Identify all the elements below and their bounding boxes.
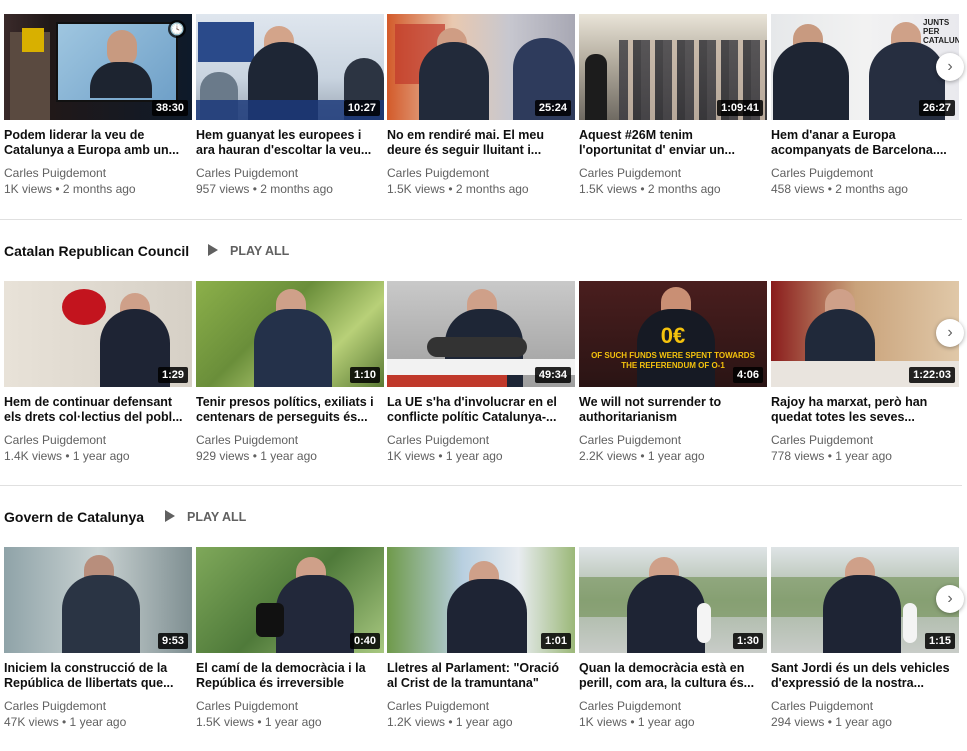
channel-name[interactable]: Carles Puigdemont xyxy=(771,699,873,713)
channel-name[interactable]: Carles Puigdemont xyxy=(579,699,681,713)
channel-name[interactable]: Carles Puigdemont xyxy=(387,433,489,447)
video-thumbnail[interactable]: 1:22:03 xyxy=(771,281,959,387)
channel-name[interactable]: Carles Puigdemont xyxy=(4,166,106,180)
shelf-title[interactable]: Govern de Catalunya xyxy=(4,509,144,525)
play-icon xyxy=(165,510,175,522)
video-title[interactable]: Tenir presos polítics, exiliats i centen… xyxy=(196,395,380,425)
video-thumbnail[interactable]: 🕓 38:30 xyxy=(4,14,192,120)
shelf-divider xyxy=(0,219,962,220)
video-thumbnail[interactable]: 1:29 xyxy=(4,281,192,387)
video-duration: 1:29 xyxy=(157,367,188,383)
video-title[interactable]: Lletres al Parlament: "Oració al Crist d… xyxy=(387,661,571,691)
video-meta: 957 views • 2 months ago xyxy=(196,182,333,196)
video-thumbnail[interactable]: JUNTS PER CATALUNYA 26:27 xyxy=(771,14,959,120)
video-row-2: 1:29 Hem de continuar defensant els dret… xyxy=(0,281,967,481)
video-thumbnail[interactable]: 9:53 xyxy=(4,547,192,653)
video-title[interactable]: Aquest #26M tenim l'oportunitat d' envia… xyxy=(579,128,763,158)
video-meta: 929 views • 1 year ago xyxy=(196,449,317,463)
video-title[interactable]: La UE s'ha d'involucrar en el conflicte … xyxy=(387,395,571,425)
video-thumbnail[interactable]: 0€ OF SUCH FUNDS WERE SPENT TOWARDS THE … xyxy=(579,281,767,387)
video-title[interactable]: El camí de la democràcia i la República … xyxy=(196,661,380,691)
zero-euro-caption: 0€ xyxy=(660,323,686,348)
shelf-divider xyxy=(0,485,962,486)
channel-name[interactable]: Carles Puigdemont xyxy=(387,166,489,180)
party-logo: JUNTS PER CATALUNYA xyxy=(923,18,959,45)
video-meta: 294 views • 1 year ago xyxy=(771,715,892,729)
video-meta: 1K views • 2 months ago xyxy=(4,182,136,196)
video-meta: 1.5K views • 1 year ago xyxy=(196,715,322,729)
watch-later-icon[interactable]: 🕓 xyxy=(168,20,186,38)
video-row-3: 9:53 Iniciem la construcció de la Repúbl… xyxy=(0,547,967,747)
video-meta: 778 views • 1 year ago xyxy=(771,449,892,463)
video-duration: 1:15 xyxy=(924,633,955,649)
play-all-button[interactable]: PLAY ALL xyxy=(208,244,289,258)
video-thumbnail[interactable]: 1:10 xyxy=(196,281,384,387)
channel-name[interactable]: Carles Puigdemont xyxy=(771,433,873,447)
video-meta: 47K views • 1 year ago xyxy=(4,715,127,729)
video-duration: 0:40 xyxy=(349,633,380,649)
shelf-title[interactable]: Catalan Republican Council xyxy=(4,243,189,259)
channel-name[interactable]: Carles Puigdemont xyxy=(579,433,681,447)
channel-name[interactable]: Carles Puigdemont xyxy=(771,166,873,180)
video-duration: 25:24 xyxy=(534,100,571,116)
video-title[interactable]: Rajoy ha marxat, però han quedat totes l… xyxy=(771,395,955,425)
video-meta: 1.5K views • 2 months ago xyxy=(387,182,529,196)
video-meta: 1.5K views • 2 months ago xyxy=(579,182,721,196)
video-duration: 38:30 xyxy=(151,100,188,116)
channel-name[interactable]: Carles Puigdemont xyxy=(579,166,681,180)
video-duration: 1:10 xyxy=(349,367,380,383)
video-duration: 1:30 xyxy=(732,633,763,649)
video-duration: 1:22:03 xyxy=(909,367,955,383)
video-thumbnail[interactable]: 0:40 xyxy=(196,547,384,653)
video-thumbnail[interactable]: 1:01 xyxy=(387,547,575,653)
video-duration: 4:06 xyxy=(732,367,763,383)
video-thumbnail[interactable]: 1:15 xyxy=(771,547,959,653)
video-thumbnail[interactable]: 1:09:41 xyxy=(579,14,767,120)
channel-name[interactable]: Carles Puigdemont xyxy=(4,699,106,713)
video-duration: 49:34 xyxy=(534,367,571,383)
video-thumbnail[interactable]: 25:24 xyxy=(387,14,575,120)
video-meta: 1.2K views • 1 year ago xyxy=(387,715,513,729)
video-row-1: 🕓 38:30 Podem liderar la veu de Cataluny… xyxy=(0,14,967,214)
video-title[interactable]: No em rendiré mai. El meu deure és segui… xyxy=(387,128,571,158)
channel-name[interactable]: Carles Puigdemont xyxy=(196,433,298,447)
video-meta: 1K views • 1 year ago xyxy=(387,449,503,463)
video-title[interactable]: Hem de continuar defensant els drets col… xyxy=(4,395,188,425)
video-duration: 10:27 xyxy=(343,100,380,116)
video-duration: 1:09:41 xyxy=(717,100,763,116)
video-duration: 26:27 xyxy=(918,100,955,116)
chevron-right-icon[interactable]: › xyxy=(936,53,964,81)
video-thumbnail[interactable]: 49:34 xyxy=(387,281,575,387)
video-thumbnail[interactable]: 1:30 xyxy=(579,547,767,653)
video-title[interactable]: Podem liderar la veu de Catalunya a Euro… xyxy=(4,128,188,158)
video-thumbnail[interactable]: 10:27 xyxy=(196,14,384,120)
channel-name[interactable]: Carles Puigdemont xyxy=(196,699,298,713)
video-title[interactable]: Iniciem la construcció de la República d… xyxy=(4,661,188,691)
video-duration: 1:01 xyxy=(540,633,571,649)
play-icon xyxy=(208,244,218,256)
channel-name[interactable]: Carles Puigdemont xyxy=(4,433,106,447)
chevron-right-icon[interactable]: › xyxy=(936,319,964,347)
video-title[interactable]: Sant Jordi és un dels vehicles d'express… xyxy=(771,661,955,691)
play-all-button[interactable]: PLAY ALL xyxy=(165,510,246,524)
video-title[interactable]: We will not surrender to authoritarianis… xyxy=(579,395,763,425)
video-title[interactable]: Hem guanyat les europees i ara hauran d'… xyxy=(196,128,380,158)
chevron-right-icon[interactable]: › xyxy=(936,585,964,613)
video-meta: 1.4K views • 1 year ago xyxy=(4,449,130,463)
video-meta: 2.2K views • 1 year ago xyxy=(579,449,705,463)
video-title[interactable]: Quan la democràcia està en perill, com a… xyxy=(579,661,763,691)
video-meta: 1K views • 1 year ago xyxy=(579,715,695,729)
video-duration: 9:53 xyxy=(157,633,188,649)
video-title[interactable]: Hem d'anar a Europa acompanyats de Barce… xyxy=(771,128,955,158)
video-meta: 458 views • 2 months ago xyxy=(771,182,908,196)
channel-name[interactable]: Carles Puigdemont xyxy=(387,699,489,713)
channel-name[interactable]: Carles Puigdemont xyxy=(196,166,298,180)
